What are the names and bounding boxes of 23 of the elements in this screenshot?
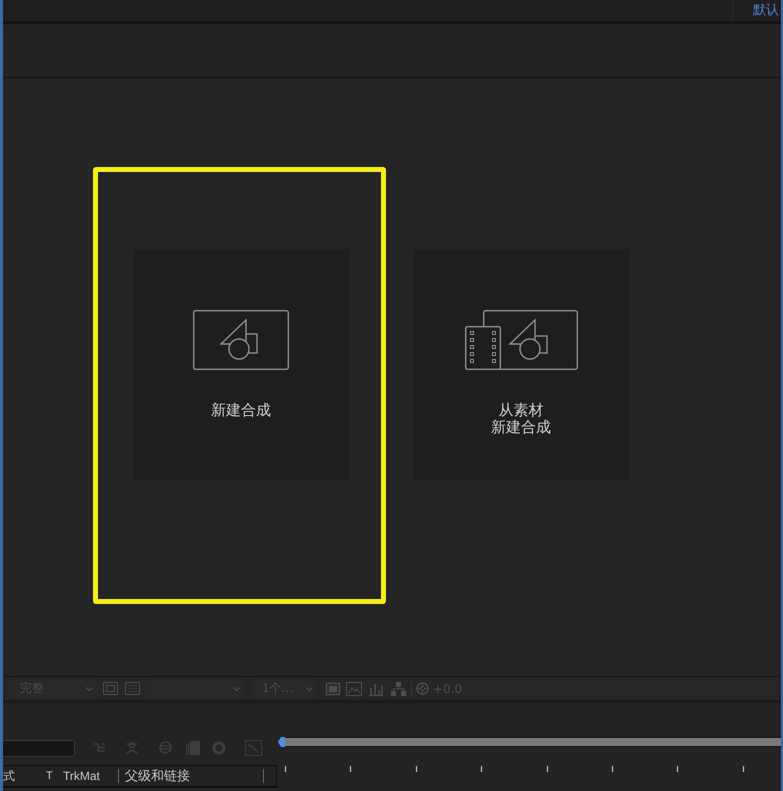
caption-line: 新建合成 — [491, 419, 551, 436]
new-from-footage-button[interactable]: 从素材 新建合成 — [413, 249, 629, 480]
caret-icon — [86, 686, 93, 690]
caption-line: 从素材 — [498, 402, 544, 419]
figure-icon[interactable] — [124, 740, 140, 754]
composition-icon — [193, 310, 289, 370]
caret-icon — [306, 686, 313, 690]
graph-icon[interactable] — [245, 740, 262, 756]
stacked-frames-icon[interactable] — [186, 740, 200, 754]
ring-icon[interactable] — [212, 740, 226, 754]
branch-lines-icon[interactable] — [93, 742, 106, 753]
column-header: TrkMat — [63, 769, 101, 783]
caret-icon — [233, 686, 240, 690]
new-composition-button[interactable]: 新建合成 — [133, 249, 349, 480]
caption-line: 新建合成 — [211, 402, 271, 419]
film-and-composition-icon — [464, 310, 578, 370]
column-header: 式 — [3, 768, 16, 784]
start-handle[interactable] — [278, 737, 285, 747]
column-header: 父级和链接 — [124, 768, 191, 785]
column-header: T — [46, 770, 54, 782]
striped-circle-icon[interactable] — [158, 741, 173, 754]
workspace-tab[interactable]: 默认 — [753, 0, 779, 21]
search-field[interactable] — [3, 740, 75, 757]
